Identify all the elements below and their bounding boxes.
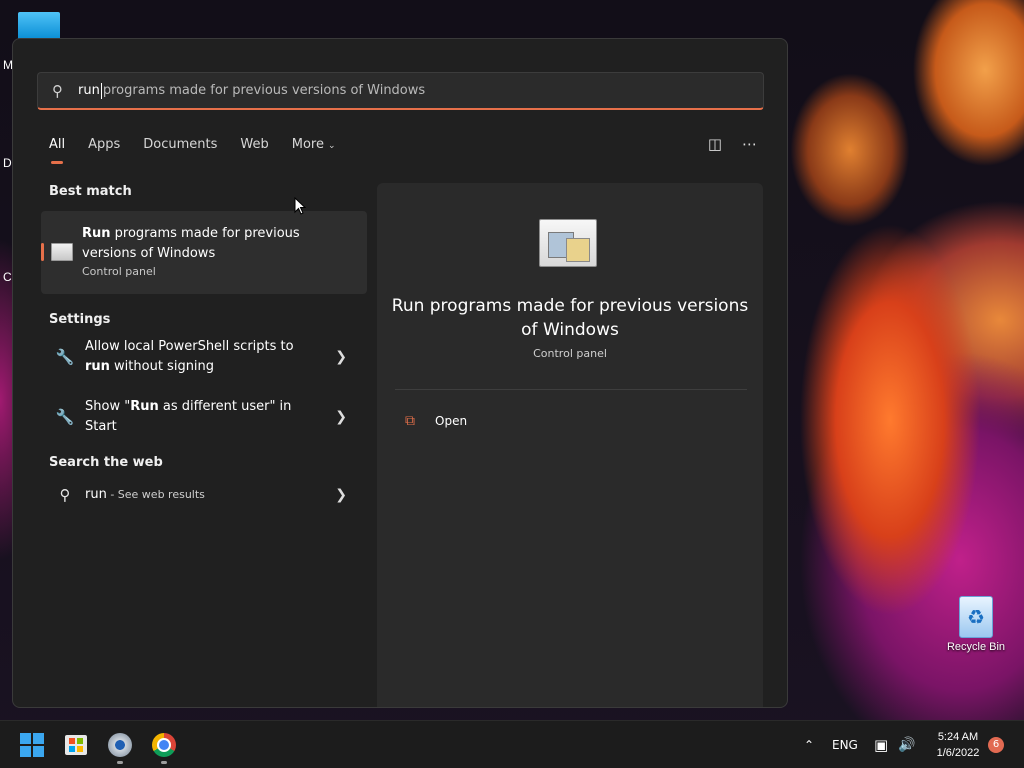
best-match-title-bold: Run [82, 226, 111, 241]
best-match-heading: Best match [49, 184, 132, 199]
open-external-icon: ⧉ [405, 413, 415, 429]
chevron-down-icon: ⌄ [328, 141, 336, 151]
result-text-bold: Run [130, 399, 159, 414]
running-indicator [117, 761, 123, 764]
show-hidden-icons[interactable]: ⌃ [804, 721, 814, 768]
tab-documents[interactable]: Documents [143, 137, 217, 167]
result-text: Show " [85, 399, 131, 414]
chevron-up-icon: ⌃ [804, 738, 815, 752]
tab-web[interactable]: Web [240, 137, 268, 167]
chrome-icon [152, 733, 176, 757]
feedback-icon[interactable]: ◫ [708, 135, 722, 153]
settings-gear-icon [108, 733, 132, 757]
taskbar-clock[interactable]: 5:24 AM 1/6/2022 [930, 729, 986, 761]
web-result-label: run - See web results [85, 485, 315, 505]
settings-result-label: Show "Run as different user" in Start [85, 397, 315, 437]
tab-more-label: More [291, 137, 324, 152]
result-text-bold: run [85, 359, 110, 374]
search-icon: ⚲ [59, 486, 71, 504]
preview-title: Run programs made for previous versions … [391, 296, 749, 340]
open-action-label: Open [435, 414, 468, 428]
results-list: Best match Run programs made for previou… [41, 184, 367, 520]
recycle-bin[interactable]: ♻ Recycle Bin [944, 596, 1008, 653]
result-text: Allow local PowerShell scripts to [85, 339, 294, 354]
result-text: without signing [109, 359, 215, 374]
best-match-subtitle: Control panel [82, 265, 156, 278]
control-panel-icon [539, 219, 597, 267]
taskbar: ⌃ ENG ▣ 🔊 5:24 AM 1/6/2022 6 [0, 720, 1024, 768]
settings-wrench-icon: 🔧 [55, 408, 75, 426]
volume-icon[interactable]: 🔊 [898, 721, 915, 768]
settings-wrench-icon: 🔧 [55, 348, 75, 366]
search-query[interactable]: run programs made for previous versions o… [78, 82, 426, 99]
start-button[interactable] [18, 731, 46, 759]
settings-result[interactable]: 🔧 Allow local PowerShell scripts to run … [41, 327, 367, 387]
chevron-right-icon[interactable]: ❯ [335, 409, 347, 425]
notification-badge[interactable]: 6 [988, 737, 1004, 753]
settings-result-label: Allow local PowerShell scripts to run wi… [85, 337, 315, 377]
chevron-right-icon[interactable]: ❯ [335, 349, 347, 365]
store-icon [65, 735, 87, 755]
language-indicator[interactable]: ENG [832, 721, 858, 768]
network-icon[interactable]: ▣ [874, 721, 888, 768]
taskbar-store[interactable] [62, 731, 90, 759]
text-caret [100, 82, 102, 99]
clock-date: 1/6/2022 [936, 747, 980, 759]
search-tools: ◫ ⋯ [708, 135, 757, 153]
windows-start-icon [20, 733, 44, 757]
web-result-suffix: - See web results [106, 488, 205, 501]
search-web-heading: Search the web [49, 455, 163, 470]
tab-all[interactable]: All [49, 137, 65, 167]
best-match-result[interactable]: Run programs made for previous versions … [41, 211, 367, 294]
tab-apps[interactable]: Apps [88, 137, 120, 167]
search-typed-text: run [78, 83, 100, 98]
mouse-cursor-icon [294, 197, 306, 215]
language-label: ENG [832, 738, 858, 752]
search-tabs: All Apps Documents Web More ⌄ [49, 137, 359, 167]
divider [395, 389, 747, 390]
more-options-icon[interactable]: ⋯ [742, 135, 757, 153]
search-icon: ⚲ [52, 81, 63, 100]
running-indicator [161, 761, 167, 764]
preview-pane: Run programs made for previous versions … [377, 183, 763, 707]
search-flyout: ⚲ run programs made for previous versions… [12, 38, 788, 708]
taskbar-chrome[interactable] [150, 731, 178, 759]
tab-more[interactable]: More ⌄ [292, 137, 336, 167]
search-suggestion: programs made for previous versions of W… [102, 83, 426, 98]
web-result[interactable]: ⚲ run - See web results ❯ [41, 470, 367, 520]
control-panel-icon [51, 243, 73, 261]
chevron-right-icon[interactable]: ❯ [335, 487, 347, 503]
search-input[interactable]: ⚲ run programs made for previous versions… [37, 72, 764, 110]
settings-result[interactable]: 🔧 Show "Run as different user" in Start … [41, 387, 367, 447]
selection-indicator [41, 243, 44, 261]
best-match-title: Run programs made for previous versions … [82, 224, 322, 264]
clock-time: 5:24 AM [937, 731, 979, 743]
preview-subtitle: Control panel [533, 347, 607, 360]
taskbar-settings[interactable] [106, 731, 134, 759]
recycle-bin-icon: ♻ [959, 596, 993, 638]
settings-heading: Settings [49, 312, 111, 327]
recycle-bin-label: Recycle Bin [946, 641, 1006, 653]
open-action[interactable]: ⧉ Open [405, 413, 467, 429]
best-match-title-rest: programs made for previous versions of W… [82, 226, 300, 261]
web-query: run [85, 487, 107, 502]
